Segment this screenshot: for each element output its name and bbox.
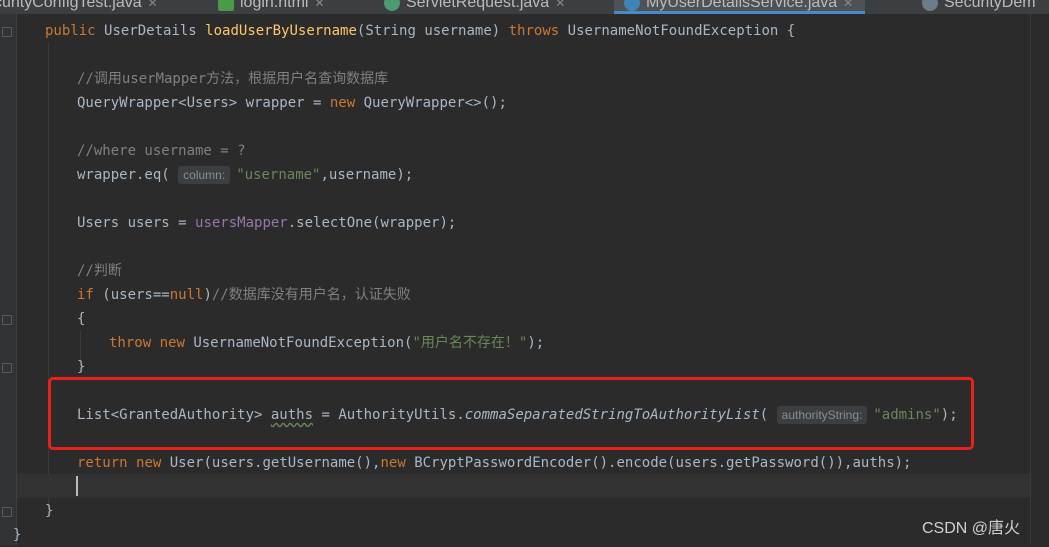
- gutter-divider: [16, 14, 17, 545]
- code-line-if: if (users==null)//数据库没有用户名，认证失败: [77, 287, 411, 303]
- tab-close-icon[interactable]: ✕: [314, 0, 324, 10]
- code-line-return: return new User(users.getUsername(),new …: [77, 455, 912, 471]
- tab-servlet-request[interactable]: ServletRequest.java ✕: [384, 0, 565, 14]
- code-line-method-close: }: [45, 503, 54, 519]
- editor-tab-bar: curityConfigTest.java ✕ login.html ✕ Servl…: [0, 0, 1049, 14]
- java-interface-icon: [384, 0, 400, 11]
- editor-gutter: [0, 14, 16, 545]
- tab-security-demo[interactable]: SecurityDem: [922, 0, 1036, 14]
- red-highlight-box: [48, 377, 974, 450]
- tab-close-icon[interactable]: ✕: [148, 0, 158, 10]
- tab-close-icon[interactable]: ✕: [555, 0, 565, 10]
- code-line-close-brace: }: [77, 359, 86, 375]
- code-line-open-brace: {: [77, 311, 86, 327]
- method-signature-line: public UserDetails loadUserByUsername(St…: [45, 23, 796, 39]
- fold-icon[interactable]: [2, 363, 12, 373]
- csdn-watermark: CSDN @唐火: [922, 520, 1021, 537]
- html-file-icon: [218, 0, 234, 11]
- fold-icon[interactable]: [2, 315, 12, 325]
- code-line-throw: throw new UsernameNotFoundException("用户名…: [109, 335, 545, 351]
- text-caret: [76, 476, 78, 496]
- fold-icon[interactable]: [2, 27, 12, 37]
- code-line-wrapper-eq: wrapper.eq( column: "username",username);: [77, 166, 414, 184]
- comment-line: //where username = ?: [77, 143, 246, 159]
- tab-close-icon[interactable]: ✕: [843, 0, 853, 10]
- tab-login-html[interactable]: login.html ✕: [218, 0, 325, 14]
- tab-security-config-test[interactable]: curityConfigTest.java ✕: [0, 0, 158, 14]
- code-line-wrapper: QueryWrapper<Users> wrapper = new QueryW…: [77, 95, 507, 111]
- parameter-hint: column:: [178, 166, 231, 184]
- java-class-icon: [922, 0, 938, 11]
- current-line-highlight: [17, 474, 1030, 498]
- code-line-select-one: Users users = usersMapper.selectOne(wrap…: [77, 215, 457, 231]
- code-line-class-close: }: [13, 527, 22, 543]
- comment-line: //判断: [77, 263, 122, 279]
- java-class-icon: [624, 0, 640, 11]
- fold-icon[interactable]: [2, 507, 12, 517]
- comment-line: //调用userMapper方法，根据用户名查询数据库: [77, 71, 389, 87]
- right-margin-guide: [1030, 14, 1031, 545]
- tab-my-user-details-service[interactable]: MyUserDetailsService.java ✕: [614, 0, 866, 14]
